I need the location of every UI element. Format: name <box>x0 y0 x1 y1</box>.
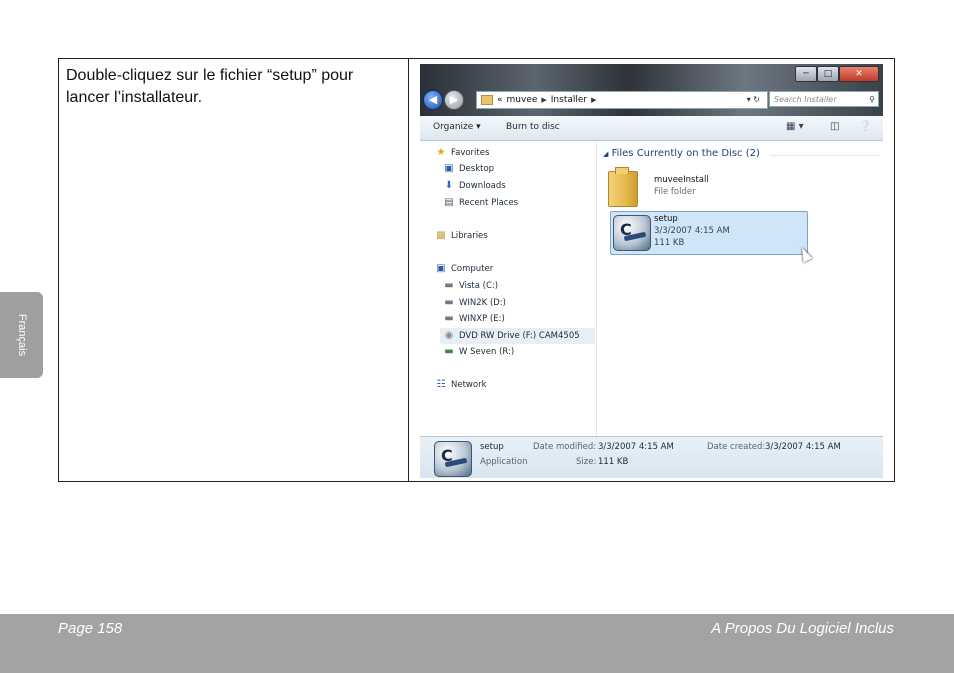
table-divider <box>408 59 409 481</box>
setup-app-icon: C <box>434 441 472 477</box>
breadcrumb-separator-icon[interactable]: ▶ <box>541 92 546 108</box>
help-icon[interactable]: ❔ <box>859 121 871 132</box>
navigation-pane: ★ Favorites ▣ Desktop ⬇ Downloads ▤ Rece… <box>420 141 597 436</box>
nav-item-dvd-drive[interactable]: ◉ DVD RW Drive (F:) CAM4505 <box>440 328 595 344</box>
file-item-setup[interactable]: C setup 3/3/2007 4:15 AM 111 KB <box>610 211 808 255</box>
nav-item-vista[interactable]: ▬ Vista (C:) <box>443 280 499 292</box>
section-title: A Propos Du Logiciel Inclus <box>711 620 894 637</box>
downloads-icon: ⬇ <box>444 180 454 191</box>
nav-item-win2k[interactable]: ▬ WIN2K (D:) <box>443 297 506 309</box>
search-icon[interactable]: ⚲ <box>869 92 875 108</box>
burn-to-disc-button[interactable]: Burn to disc <box>506 122 560 132</box>
setup-app-icon: C <box>613 215 651 251</box>
nav-item-winxp[interactable]: ▬ WINXP (E:) <box>443 313 505 325</box>
nav-label: Network <box>451 380 487 390</box>
file-item-muveeinstall[interactable]: muveeInstall File folder <box>608 167 798 209</box>
details-modified-label: Date modified: <box>533 442 597 452</box>
mouse-cursor-icon <box>797 245 813 263</box>
page-footer: Page 158 A Propos Du Logiciel Inclus <box>0 614 954 673</box>
nav-item-libraries[interactable]: ▩ Libraries <box>435 230 488 242</box>
instruction-text: Double-cliquez sur le fichier “setup” po… <box>66 67 354 106</box>
folder-icon <box>481 95 493 105</box>
breadcrumb-installer[interactable]: Installer <box>551 92 587 108</box>
address-prefix: « <box>497 95 503 105</box>
nav-item-computer[interactable]: ▣ Computer <box>435 263 494 275</box>
nav-item-downloads[interactable]: ⬇ Downloads <box>443 180 506 192</box>
nav-item-desktop[interactable]: ▣ Desktop <box>443 163 495 175</box>
details-modified-value: 3/3/2007 4:15 AM <box>598 442 674 452</box>
group-header[interactable]: ◢ Files Currently on the Disc (2) <box>603 148 760 159</box>
group-header-label: Files Currently on the Disc (2) <box>611 148 760 159</box>
search-input[interactable]: Search Installer ⚲ <box>769 91 879 107</box>
libraries-icon: ▩ <box>436 230 446 241</box>
language-tab-label: Français <box>15 313 28 357</box>
file-date: 3/3/2007 4:15 AM <box>654 226 730 236</box>
file-size: 111 KB <box>654 238 685 248</box>
address-bar[interactable]: « muvee ▶ Installer ▶ ▾ ↻ <box>476 91 768 109</box>
minimize-button[interactable]: ─ <box>795 66 817 82</box>
drive-icon: ▬ <box>444 313 454 324</box>
dvd-drive-icon: ◉ <box>444 330 454 341</box>
breadcrumb-separator-icon[interactable]: ▶ <box>591 92 596 108</box>
nav-label: WIN2K (D:) <box>459 298 506 308</box>
command-bar: Organize ▾ Burn to disc ▦ ▾ ◫ ❔ <box>420 116 883 141</box>
group-divider <box>770 155 880 156</box>
back-button[interactable]: ◀ <box>423 90 443 110</box>
organize-button[interactable]: Organize ▾ <box>433 122 481 132</box>
file-name: muveeInstall <box>654 175 709 185</box>
nav-label: Favorites <box>451 148 490 158</box>
window-controls: ─ □ ✕ <box>795 66 879 82</box>
details-type: Application <box>480 457 528 467</box>
explorer-window: ─ □ ✕ ◀ ▶ « muvee ▶ Installer ▶ ▾ ↻ Sear… <box>420 64 883 478</box>
nav-label: Downloads <box>459 181 506 191</box>
nav-item-favorites[interactable]: ★ Favorites <box>435 147 490 159</box>
recent-places-icon: ▤ <box>444 197 454 208</box>
file-type: File folder <box>654 187 696 197</box>
desktop-icon: ▣ <box>444 163 454 174</box>
nav-label: DVD RW Drive (F:) CAM4505 <box>459 331 580 341</box>
nav-label: Computer <box>451 264 494 274</box>
nav-label: Libraries <box>451 231 488 241</box>
file-name: setup <box>654 214 678 224</box>
details-pane: C setup Application Date modified: 3/3/2… <box>420 436 883 478</box>
nav-label: Desktop <box>459 164 495 174</box>
search-placeholder: Search Installer <box>774 95 837 104</box>
details-size-label: Size: <box>576 457 597 467</box>
forward-button[interactable]: ▶ <box>444 90 464 110</box>
nav-label: W Seven (R:) <box>459 347 515 357</box>
drive-icon: ▬ <box>444 280 454 291</box>
folder-icon <box>608 167 638 207</box>
details-created-value: 3/3/2007 4:15 AM <box>765 442 841 452</box>
navigation-row: ◀ ▶ « muvee ▶ Installer ▶ ▾ ↻ Search Ins… <box>420 88 883 112</box>
title-bar: ─ □ ✕ ◀ ▶ « muvee ▶ Installer ▶ ▾ ↻ Sear… <box>420 64 883 116</box>
address-dropdown-icon[interactable]: ▾ ↻ <box>747 92 760 108</box>
network-icon: ☷ <box>436 379 446 390</box>
close-button[interactable]: ✕ <box>839 66 879 82</box>
nav-item-w-seven[interactable]: ▬ W Seven (R:) <box>443 346 515 358</box>
computer-icon: ▣ <box>436 263 446 274</box>
page-number: Page 158 <box>58 620 123 637</box>
nav-label: Recent Places <box>459 198 519 208</box>
preview-pane-icon[interactable]: ◫ <box>830 121 839 132</box>
details-size-value: 111 KB <box>598 457 629 467</box>
file-list: ◢ Files Currently on the Disc (2) muveeI… <box>600 141 883 436</box>
drive-icon: ▬ <box>444 297 454 308</box>
details-created-label: Date created: <box>707 442 766 452</box>
star-icon: ★ <box>436 147 446 158</box>
breadcrumb-muvee[interactable]: muvee <box>507 92 538 108</box>
nav-item-recent-places[interactable]: ▤ Recent Places <box>443 197 519 209</box>
drive-icon: ▬ <box>444 346 454 357</box>
nav-label: Vista (C:) <box>459 281 499 291</box>
nav-item-network[interactable]: ☷ Network <box>435 379 487 391</box>
nav-label: WINXP (E:) <box>459 314 505 324</box>
views-icon[interactable]: ▦ ▾ <box>786 121 804 132</box>
details-name: setup <box>480 442 504 452</box>
collapse-icon[interactable]: ◢ <box>603 150 608 158</box>
maximize-button[interactable]: □ <box>817 66 839 82</box>
language-tab: Français <box>0 292 43 378</box>
